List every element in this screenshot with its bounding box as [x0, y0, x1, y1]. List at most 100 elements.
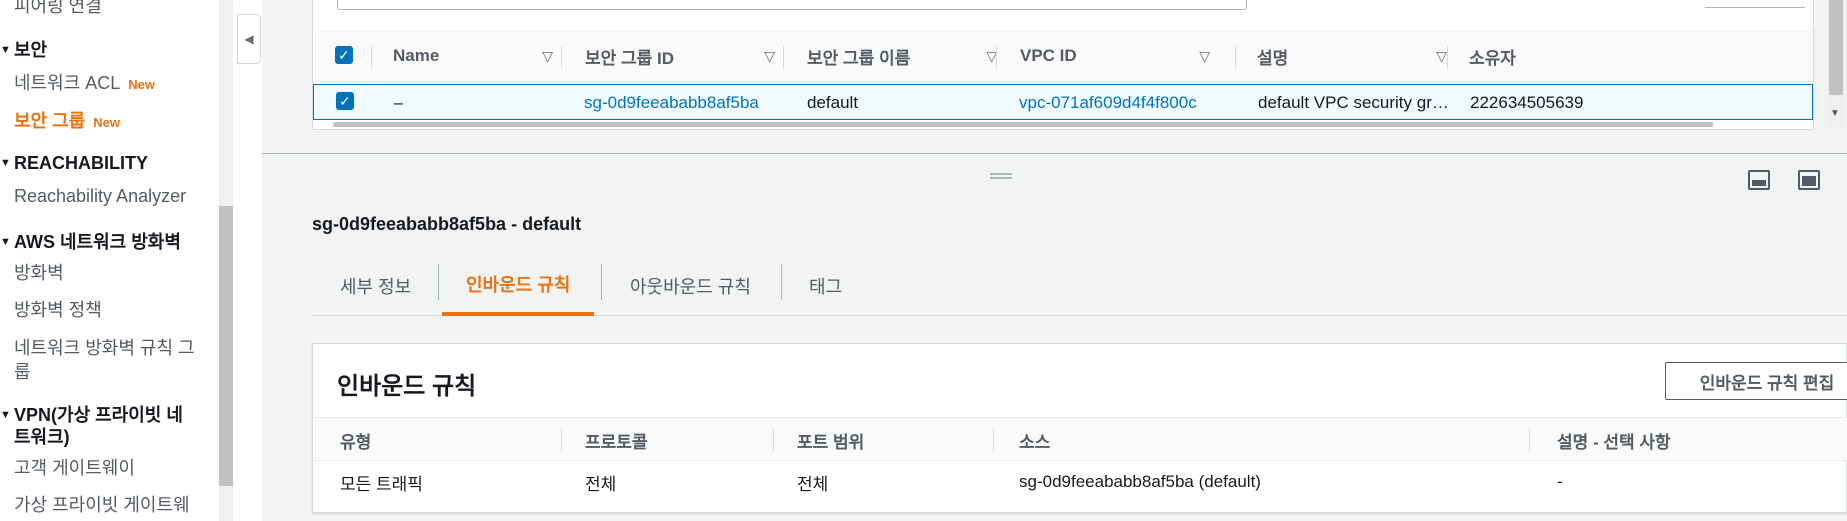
column-divider — [773, 429, 774, 451]
column-divider — [993, 429, 994, 451]
tab-inbound-rules[interactable]: 인바운드 규칙 — [442, 256, 595, 316]
column-header-label: Name — [393, 46, 440, 65]
table-vertical-scrollbar-thumb[interactable] — [1829, 0, 1843, 95]
section-label: 보안 — [14, 40, 48, 60]
split-panel-divider — [262, 153, 1847, 154]
sort-icon[interactable]: ▽ — [1436, 48, 1447, 65]
sidebar-item-label: 보안 그룹 — [14, 111, 86, 131]
column-divider — [371, 46, 372, 68]
row-checkbox[interactable]: ✓ — [336, 92, 354, 110]
column-header-protocol[interactable]: 프로토콜 — [585, 418, 648, 462]
sidebar-item-security-groups[interactable]: 보안 그룹 New — [14, 107, 120, 133]
section-label: AWS 네트워크 방화벽 — [14, 232, 181, 252]
column-divider — [996, 46, 997, 68]
section-label: 트워크) — [14, 427, 70, 447]
tab-outbound-rules[interactable]: 아웃바운드 규칙 — [630, 256, 751, 316]
column-header-label: VPC ID — [1020, 46, 1077, 65]
sidebar-scrollbar-thumb[interactable] — [219, 206, 233, 486]
tab-details[interactable]: 세부 정보 — [340, 256, 411, 316]
table-row[interactable]: ✓ – sg-0d9feeababb8af5ba default vpc-071… — [313, 84, 1813, 120]
column-header-name[interactable]: Name ▽ — [393, 30, 563, 82]
cell-port-range: 전체 — [797, 474, 829, 494]
caret-down-icon: ▼ — [0, 409, 11, 421]
column-divider — [561, 46, 562, 68]
sidebar-item-label: 고객 게이트웨이 — [14, 458, 135, 478]
tab-divider — [601, 264, 602, 300]
column-header-owner[interactable]: 소유자 — [1469, 30, 1589, 82]
select-all-checkbox[interactable]: ✓ — [335, 46, 353, 64]
sidebar-section-security[interactable]: ▼ 보안 — [0, 36, 47, 62]
horizontal-scrollbar[interactable] — [333, 122, 1713, 127]
sidebar-section-vpn-cont[interactable]: 트워크) — [14, 423, 70, 449]
detail-tabs: 세부 정보 인바운드 규칙 아웃바운드 규칙 태그 — [312, 256, 1847, 316]
column-divider — [1447, 46, 1448, 68]
resize-handle-icon[interactable] — [990, 173, 1012, 179]
sidebar-item-firewall-rule-groups[interactable]: 네트워크 방화벽 규칙 그 — [14, 334, 195, 360]
check-icon: ✓ — [338, 46, 350, 63]
column-header-group-id[interactable]: 보안 그룹 ID ▽ — [585, 30, 785, 82]
column-header-vpc-id[interactable]: VPC ID ▽ — [1020, 30, 1220, 82]
column-header-port-range[interactable]: 포트 범위 — [797, 418, 864, 462]
cell-group-id-link[interactable]: sg-0d9feeababb8af5ba — [584, 85, 759, 121]
sort-icon[interactable]: ▽ — [764, 48, 775, 65]
sidebar-item-network-acl[interactable]: 네트워크 ACL New — [14, 69, 155, 95]
sidebar-item-reachability-analyzer[interactable]: Reachability Analyzer — [14, 186, 186, 207]
column-divider — [1529, 429, 1530, 451]
caret-down-icon: ▼ — [0, 236, 11, 248]
sort-icon[interactable]: ▽ — [1199, 48, 1210, 65]
column-header-description[interactable]: 설명 - 선택 사항 — [1557, 418, 1671, 462]
edit-inbound-rules-button[interactable]: 인바운드 규칙 편집 — [1665, 362, 1847, 400]
search-input[interactable] — [337, 0, 1247, 10]
sidebar-item-label: 방화벽 — [14, 263, 64, 283]
column-divider — [783, 46, 784, 68]
table-row: 모든 트래픽 전체 전체 sg-0d9feeababb8af5ba (defau… — [313, 462, 1847, 502]
cell-type: 모든 트래픽 — [340, 474, 423, 494]
sidebar-item-firewalls[interactable]: 방화벽 — [14, 259, 64, 285]
detail-title: sg-0d9feeababb8af5ba - default — [312, 214, 582, 234]
sidebar-item-firewall-policies[interactable]: 방화벽 정책 — [14, 296, 102, 322]
column-divider — [561, 429, 562, 451]
sidebar-item-label: 방화벽 정책 — [14, 300, 102, 320]
column-header-label: 소유자 — [1469, 48, 1516, 68]
chevron-left-icon: ◀ — [244, 32, 254, 46]
main-content: ✓ Name ▽ 보안 그룹 ID ▽ 보안 그룹 이름 ▽ VPC ID ▽ 설명 ▽ … — [262, 0, 1847, 521]
inbound-rules-panel: 인바운드 규칙 인바운드 규칙 편집 유형 프로토콜 포트 범위 소스 설명 -… — [312, 343, 1847, 513]
cell-source: sg-0d9feeababb8af5ba (default) — [1019, 472, 1261, 491]
tab-divider — [781, 264, 782, 300]
table-header: ✓ Name ▽ 보안 그룹 ID ▽ 보안 그룹 이름 ▽ VPC ID ▽ 설명 ▽ … — [313, 30, 1813, 82]
sidebar-item-label: 룹 — [14, 362, 31, 382]
collapse-sidebar-button[interactable]: ◀ — [237, 14, 261, 64]
sidebar-item-peering[interactable]: 피어링 연결 — [14, 0, 102, 18]
cell-protocol: 전체 — [585, 474, 617, 494]
cell-description: - — [1557, 472, 1563, 491]
split-panel-maximize-icon[interactable] — [1798, 170, 1820, 190]
sort-icon[interactable]: ▽ — [542, 48, 553, 65]
column-header-type[interactable]: 유형 — [340, 418, 371, 462]
tab-tags[interactable]: 태그 — [809, 256, 842, 316]
sidebar-section-reachability[interactable]: ▼ REACHABILITY — [0, 153, 148, 174]
column-header-source[interactable]: 소스 — [1019, 418, 1050, 462]
sidebar-section-network-firewall[interactable]: ▼ AWS 네트워크 방화벽 — [0, 228, 181, 254]
caret-down-icon: ▼ — [0, 44, 11, 56]
section-label: VPN(가상 프라이빗 네 — [14, 405, 183, 425]
sidebar-item-virtual-private-gateways[interactable]: 가상 프라이빗 게이트웨 — [14, 491, 190, 517]
split-panel-bottom-icon[interactable] — [1748, 170, 1770, 190]
cell-vpc-id-link[interactable]: vpc-071af609d4f4f800c — [1019, 85, 1197, 121]
column-divider — [1235, 46, 1236, 68]
pagination-controls[interactable] — [1705, 0, 1805, 8]
scroll-down-arrow-icon[interactable]: ▼ — [1830, 108, 1840, 119]
sidebar-item-label: 가상 프라이빗 게이트웨 — [14, 495, 190, 515]
column-header-group-name[interactable]: 보안 그룹 이름 ▽ — [807, 30, 1007, 82]
cell-owner: 222634505639 — [1470, 93, 1584, 112]
sidebar-item-label: 네트워크 ACL — [14, 73, 121, 93]
cell-group-name: default — [807, 93, 859, 112]
sidebar-item-firewall-rule-groups-cont[interactable]: 룹 — [14, 358, 31, 384]
new-badge: New — [93, 115, 120, 130]
column-header-description[interactable]: 설명 ▽ — [1257, 30, 1457, 82]
cell-description: default VPC security gr… — [1258, 93, 1448, 112]
inbound-rules-title: 인바운드 규칙 — [337, 373, 477, 400]
sidebar-item-customer-gateways[interactable]: 고객 게이트웨이 — [14, 454, 135, 480]
tab-divider — [438, 264, 439, 300]
new-badge: New — [128, 77, 155, 92]
sidebar: 피어링 연결 ▼ 보안 네트워크 ACL New 보안 그룹 New ▼ REACHAB… — [0, 0, 220, 521]
